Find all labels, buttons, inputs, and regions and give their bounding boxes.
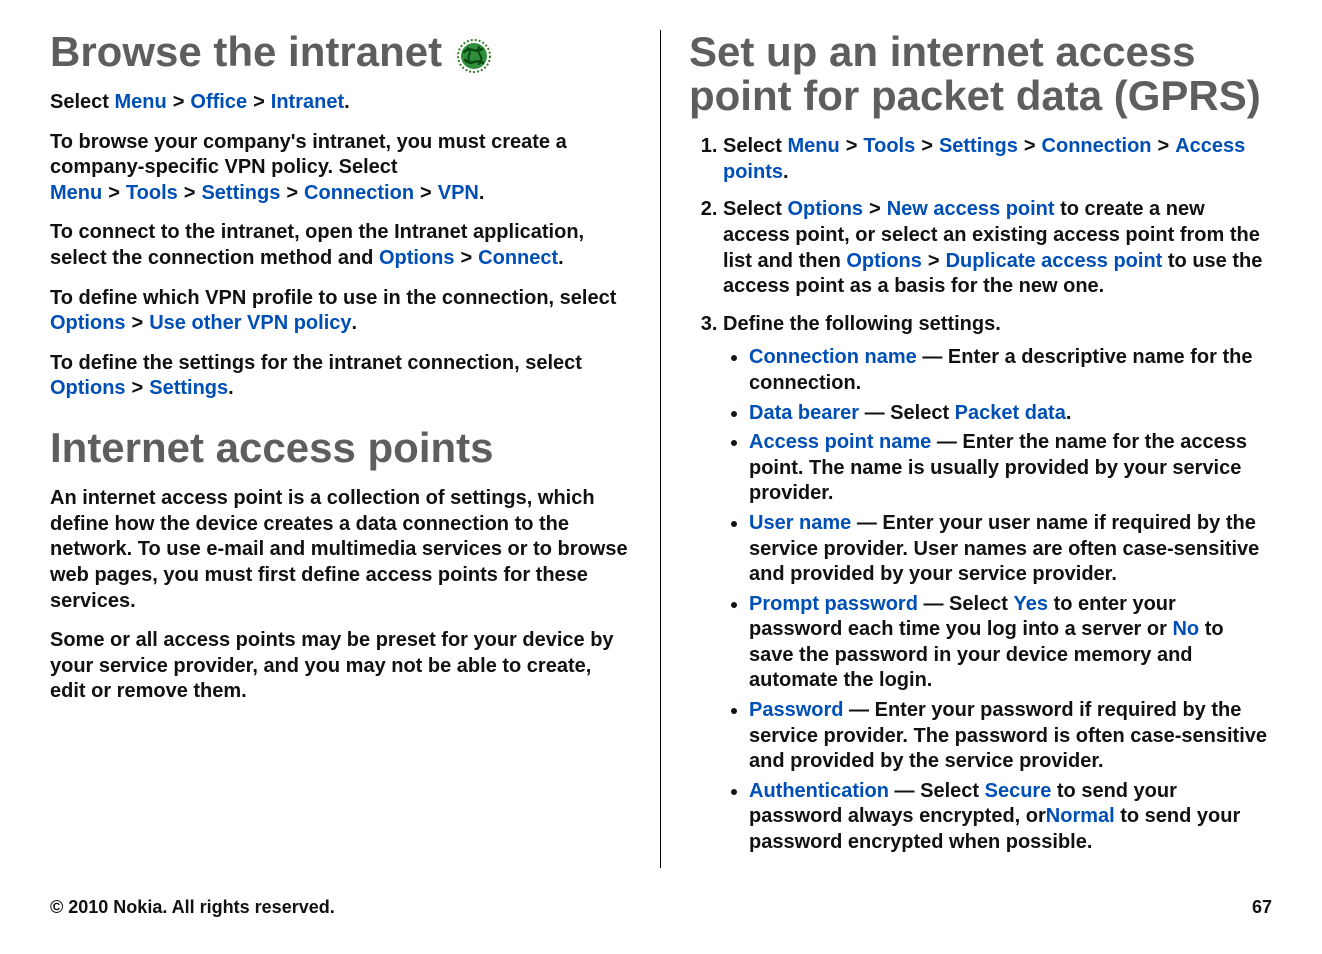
text: .: [1066, 402, 1072, 424]
intranet-label: Intranet: [271, 91, 344, 113]
text: To browse your company's intranet, you m…: [50, 131, 567, 179]
separator: >: [167, 91, 191, 113]
separator: >: [126, 312, 150, 334]
setting-user-name: User name — Enter your user name if requ…: [749, 511, 1272, 588]
step-1: Select Menu>Tools>Settings>Connection>Ac…: [723, 134, 1272, 185]
text: — Select: [918, 593, 1014, 615]
label: Prompt password: [749, 593, 918, 615]
intranet-settings-paragraph: To define the settings for the intranet …: [50, 351, 632, 402]
iap-description: An internet access point is a collection…: [50, 486, 632, 614]
setting-password: Password — Enter your password if requir…: [749, 698, 1272, 775]
separator: >: [126, 377, 150, 399]
menu-label: Menu: [114, 91, 166, 113]
text: .: [344, 91, 350, 113]
setting-data-bearer: Data bearer — Select Packet data.: [749, 401, 1272, 427]
new-access-point-label: New access point: [887, 198, 1055, 220]
settings-label: Settings: [149, 377, 228, 399]
setting-prompt-password: Prompt password — Select Yes to enter yo…: [749, 592, 1272, 694]
separator: >: [280, 182, 304, 204]
connect-paragraph: To connect to the intranet, open the Int…: [50, 220, 632, 271]
options-label: Options: [50, 312, 126, 334]
label: Access point name: [749, 431, 931, 453]
right-column: Set up an internet access point for pack…: [661, 30, 1272, 868]
text: .: [558, 247, 564, 269]
text: .: [783, 161, 789, 183]
setting-authentication: Authentication — Select Secure to send y…: [749, 779, 1272, 856]
menu-label: Menu: [787, 135, 839, 157]
page-footer: © 2010 Nokia. All rights reserved. 67: [50, 897, 1272, 918]
document-page: Browse the intranet Select Menu>Office>I…: [0, 0, 1322, 954]
options-label: Options: [50, 377, 126, 399]
tools-label: Tools: [863, 135, 915, 157]
separator: >: [1018, 135, 1042, 157]
connection-label: Connection: [304, 182, 414, 204]
label: User name: [749, 512, 851, 534]
vpn-label: VPN: [438, 182, 479, 204]
heading-gprs-setup: Set up an internet access point for pack…: [689, 30, 1272, 118]
connection-label: Connection: [1042, 135, 1152, 157]
settings-list: Connection name — Enter a descriptive na…: [723, 345, 1272, 855]
no-label: No: [1172, 618, 1199, 640]
heading-internet-access-points: Internet access points: [50, 426, 632, 470]
separator: >: [247, 91, 271, 113]
text: Define the following settings.: [723, 313, 1001, 335]
packet-data-label: Packet data: [955, 402, 1066, 424]
separator: >: [454, 247, 478, 269]
text: .: [352, 312, 358, 334]
heading-browse-intranet: Browse the intranet: [50, 30, 632, 74]
text: To define the settings for the intranet …: [50, 352, 582, 374]
duplicate-access-point-label: Duplicate access point: [946, 250, 1163, 272]
text: To define which VPN profile to use in th…: [50, 287, 616, 309]
separator: >: [1152, 135, 1176, 157]
text: — Select: [889, 780, 985, 802]
heading-text: Browse the intranet: [50, 30, 442, 74]
label: Password: [749, 699, 843, 721]
separator: >: [863, 198, 887, 220]
normal-label: Normal: [1046, 805, 1115, 827]
page-number: 67: [1252, 897, 1272, 918]
connect-label: Connect: [478, 247, 558, 269]
iap-preset-note: Some or all access points may be preset …: [50, 628, 632, 705]
step-3: Define the following settings. Connectio…: [723, 312, 1272, 856]
options-label: Options: [787, 198, 863, 220]
separator: >: [102, 182, 126, 204]
text: Select: [50, 91, 114, 113]
text: .: [228, 377, 234, 399]
two-column-layout: Browse the intranet Select Menu>Office>I…: [50, 30, 1272, 868]
menu-label: Menu: [50, 182, 102, 204]
heading-text: Internet access points: [50, 426, 493, 470]
vpn-profile-paragraph: To define which VPN profile to use in th…: [50, 286, 632, 337]
separator: >: [922, 250, 946, 272]
gprs-steps: Select Menu>Tools>Settings>Connection>Ac…: [689, 134, 1272, 855]
heading-text: Set up an internet access point for pack…: [689, 30, 1272, 118]
use-other-vpn-label: Use other VPN policy: [149, 312, 351, 334]
office-label: Office: [190, 91, 247, 113]
settings-label: Settings: [939, 135, 1018, 157]
settings-label: Settings: [201, 182, 280, 204]
text: Select: [723, 135, 787, 157]
separator: >: [414, 182, 438, 204]
separator: >: [915, 135, 939, 157]
copyright-text: © 2010 Nokia. All rights reserved.: [50, 897, 335, 918]
separator: >: [840, 135, 864, 157]
label: Authentication: [749, 780, 889, 802]
options-label: Options: [846, 250, 922, 272]
setting-access-point-name: Access point name — Enter the name for t…: [749, 430, 1272, 507]
yes-label: Yes: [1014, 593, 1048, 615]
left-column: Browse the intranet Select Menu>Office>I…: [50, 30, 661, 868]
text: — Select: [859, 402, 955, 424]
separator: >: [178, 182, 202, 204]
intranet-select-path: Select Menu>Office>Intranet.: [50, 90, 632, 116]
secure-label: Secure: [985, 780, 1052, 802]
options-label: Options: [379, 247, 455, 269]
text: .: [479, 182, 485, 204]
tools-label: Tools: [126, 182, 178, 204]
vpn-policy-paragraph: To browse your company's intranet, you m…: [50, 130, 632, 207]
label: Connection name: [749, 346, 917, 368]
label: Data bearer: [749, 402, 859, 424]
text: Select: [723, 198, 787, 220]
globe-icon: [456, 38, 492, 74]
step-2: Select Options>New access point to creat…: [723, 197, 1272, 299]
setting-connection-name: Connection name — Enter a descriptive na…: [749, 345, 1272, 396]
